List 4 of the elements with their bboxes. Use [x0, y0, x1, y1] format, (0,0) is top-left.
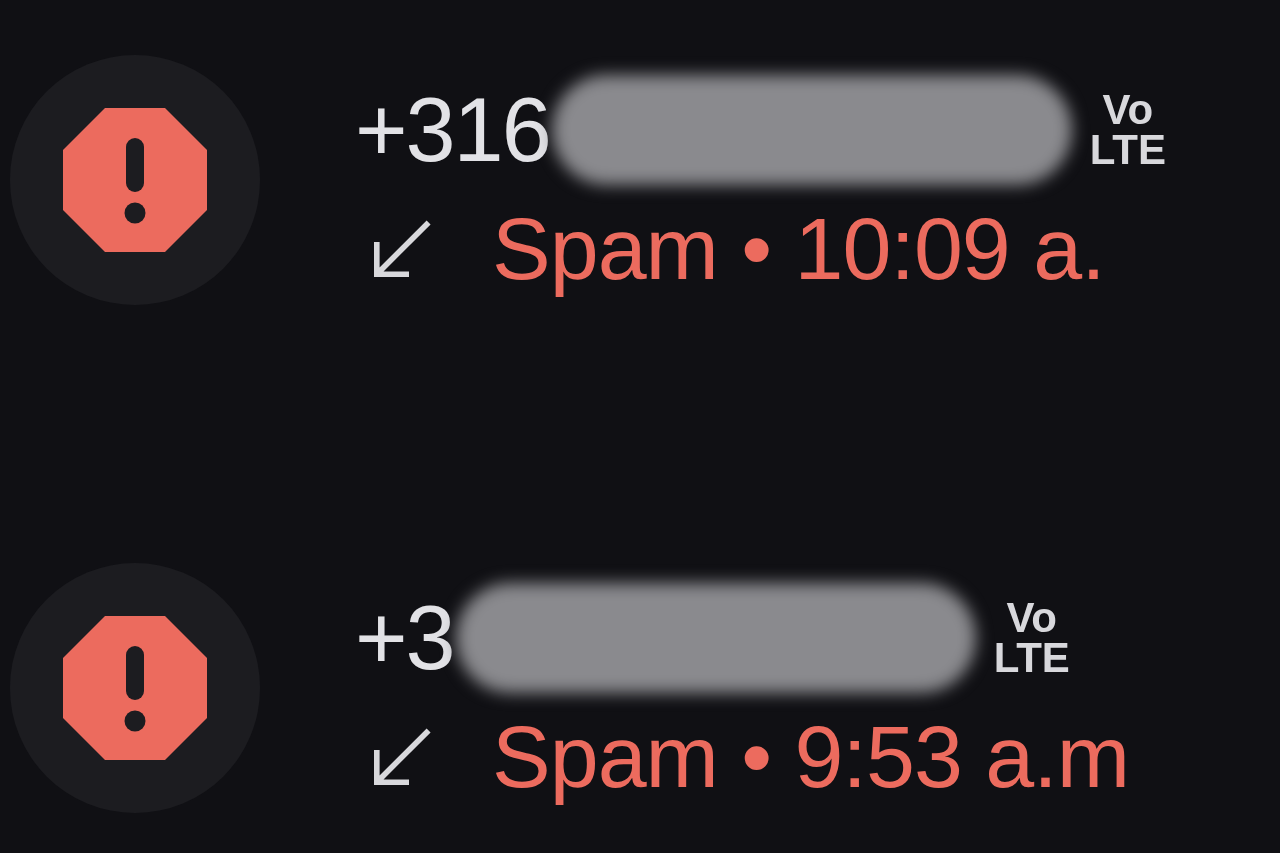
volte-label: Vo LTE [1089, 90, 1166, 170]
phone-number: +316 [355, 85, 550, 175]
phone-number: +3 [355, 593, 454, 683]
volte-label: Vo LTE [993, 598, 1070, 678]
